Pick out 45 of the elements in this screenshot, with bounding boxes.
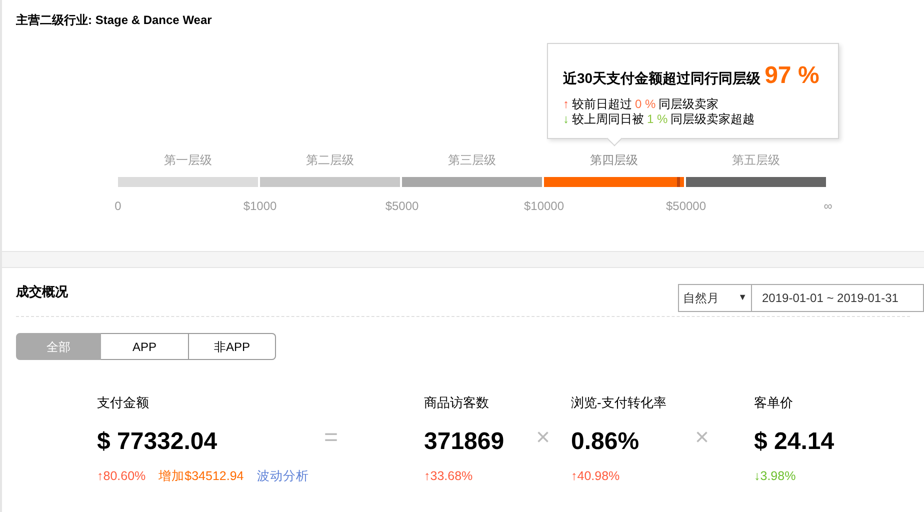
tick-label: $1000 — [242, 198, 278, 215]
change-percent: ↑80.60% — [97, 468, 146, 485]
comparison-text: 同层级卖家超越 — [670, 112, 755, 127]
trend-arrow-icon: ↑ — [563, 97, 569, 112]
comparison-text: 较前日超过 — [572, 97, 632, 112]
metric-label: 浏览-支付转化率 — [571, 394, 668, 412]
caret-icon: ▼ — [738, 291, 747, 305]
increase-amount: 增加$34512.94 — [158, 468, 244, 485]
metric-value: 0.86% — [571, 427, 640, 456]
metric-value: $ 77332.04 — [97, 427, 218, 456]
fluctuation-analysis-link[interactable]: 波动分析 — [256, 467, 309, 486]
metric-label: 客单价 — [754, 394, 794, 412]
tooltip-headline: 近30天支付金额超过同行同层级 — [563, 69, 761, 88]
metric-label: 商品访客数 — [424, 394, 490, 412]
tick-label: $5000 — [384, 198, 420, 215]
trend-arrow-icon: ↓ — [563, 112, 569, 127]
industry-label: 主营二级行业: Stage & Dance Wear — [16, 12, 212, 29]
comparison-value: 0 % — [635, 97, 656, 112]
operator-sign: = — [322, 423, 339, 453]
channel-tab[interactable]: APP — [101, 333, 189, 360]
tier-label: 第四层级 — [589, 152, 639, 169]
metric-value: 371869 — [424, 427, 506, 456]
tier-label: 第三层级 — [447, 152, 497, 169]
metric-label: 支付金额 — [97, 394, 150, 412]
channel-tab[interactable]: 非APP — [189, 333, 276, 360]
comparison-text: 同层级卖家 — [658, 97, 719, 112]
percent-value: 97 % — [764, 61, 820, 91]
operator-sign: × — [694, 423, 710, 453]
change-percent: ↑33.68% — [424, 468, 473, 485]
tier-label: 第一层级 — [163, 152, 213, 169]
period-select[interactable]: 自然月 ▼ — [678, 284, 752, 312]
metric-value: $ 24.14 — [754, 427, 836, 456]
date-range-field[interactable]: 2019-01-01 ~ 2019-01-31 — [752, 284, 924, 312]
tier-label: 第二层级 — [305, 152, 355, 169]
change-percent: ↓3.98% — [754, 468, 796, 485]
tier-label: 第五层级 — [731, 152, 781, 169]
tick-label: $10000 — [522, 198, 566, 215]
tick-label: $50000 — [664, 198, 708, 215]
tick-label: ∞ — [822, 198, 834, 215]
comparison-text: 较上周同日被 — [572, 112, 644, 127]
tick-label: 0 — [114, 198, 122, 215]
section-title: 成交概况 — [16, 283, 68, 302]
comparison-value: 1 % — [647, 112, 668, 127]
operator-sign: × — [534, 423, 551, 453]
change-percent: ↑40.98% — [571, 468, 620, 485]
